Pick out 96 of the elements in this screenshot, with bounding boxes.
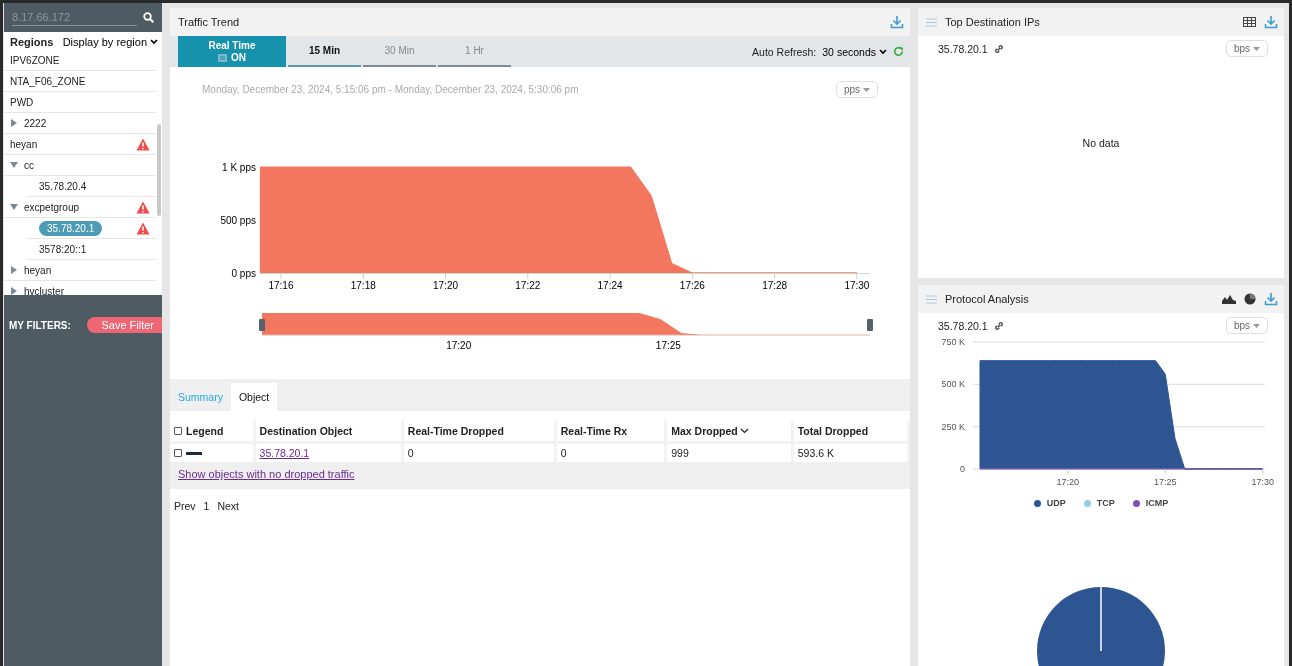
y-axis-label: 250 K <box>941 421 965 432</box>
empty-message: No data <box>1082 137 1120 149</box>
y-axis-label: 750 K <box>941 337 965 347</box>
download-icon[interactable] <box>890 15 904 29</box>
column-header[interactable]: Real-Time Dropped <box>407 425 504 437</box>
legend-label[interactable]: TCP <box>1096 498 1115 508</box>
area-chart-icon[interactable] <box>1222 294 1236 304</box>
detail-tab[interactable]: Object <box>230 383 278 411</box>
unit-dropdown[interactable]: bps <box>1225 40 1268 57</box>
caret-icon <box>1253 323 1260 328</box>
x-axis-label: 17:24 <box>597 280 623 291</box>
unit-dropdown[interactable]: bps <box>1225 317 1268 334</box>
tree-item[interactable]: 3578:20::1 <box>39 243 87 255</box>
next-link[interactable]: Next <box>217 500 240 512</box>
filters-label: MY FILTERS: <box>9 319 71 331</box>
x-axis-label: 17:16 <box>268 280 294 291</box>
navigator-time-label: 17:20 <box>446 340 472 351</box>
table-cell: 0 <box>560 447 567 459</box>
x-axis-label: 17:22 <box>515 280 541 291</box>
tree-item[interactable]: IPV6ZONE <box>10 54 60 66</box>
table-cell: 999 <box>671 447 689 459</box>
y-axis-label: 1 K pps <box>222 162 256 173</box>
link-icon[interactable] <box>993 320 1004 331</box>
realtime-toggle[interactable]: Real Time ON <box>178 36 286 67</box>
x-axis-label: 17:25 <box>1154 477 1177 487</box>
column-header: Legend <box>186 425 224 437</box>
column-header[interactable]: Total Dropped <box>797 425 869 437</box>
table-icon[interactable] <box>1243 17 1256 27</box>
auto-refresh-dropdown[interactable]: 30 seconds <box>822 45 887 58</box>
prev-link[interactable]: Prev <box>174 500 196 512</box>
link-icon[interactable] <box>993 43 1004 54</box>
tree-toggle-icon[interactable] <box>10 266 18 274</box>
page-link[interactable]: 1 <box>203 500 210 512</box>
warning-icon <box>136 222 150 235</box>
unit-dropdown[interactable]: pps <box>835 81 878 98</box>
pie-chart-icon[interactable] <box>1244 293 1256 305</box>
warning-icon <box>136 138 150 151</box>
x-axis-label: 17:28 <box>762 280 788 291</box>
tree-item[interactable]: hvcluster <box>24 285 64 295</box>
x-axis-label: 17:30 <box>844 280 870 291</box>
tree-item[interactable]: NTA_F06_ZONE <box>10 75 86 87</box>
target-ip: 35.78.20.1 <box>938 42 988 55</box>
search-field[interactable]: 8.17.66.172 <box>12 9 137 26</box>
legend-label[interactable]: UDP <box>1046 498 1066 508</box>
checkbox[interactable] <box>174 449 182 457</box>
chevron-icon <box>879 48 887 55</box>
show-objects-link[interactable]: Show objects with no dropped traffic <box>178 468 355 480</box>
column-header[interactable]: Destination Object <box>259 425 353 437</box>
column-header[interactable]: Max Dropped <box>671 425 749 437</box>
x-axis-label: 17:20 <box>433 280 459 291</box>
x-axis-label: 17:20 <box>1056 477 1079 487</box>
tree-item[interactable]: PWD <box>10 96 34 108</box>
warning-icon <box>136 201 150 214</box>
panel-title: Top Destination IPs <box>945 16 1040 28</box>
legend-label[interactable]: ICMP <box>1145 498 1169 508</box>
tree-toggle-icon[interactable] <box>10 161 18 169</box>
time-range-tab[interactable]: 15 Min <box>288 36 361 67</box>
date-range: Monday, December 23, 2024, 5:15:06 pm - Monday, December 23, 2024, 5:30:06 pm <box>202 84 579 95</box>
tree-toggle-icon[interactable] <box>10 203 18 211</box>
table-cell: 0 <box>407 447 414 459</box>
navigator-time-label: 17:25 <box>655 340 681 351</box>
y-axis-label: 500 pps <box>220 215 256 226</box>
chevron-icon <box>150 39 158 45</box>
table-cell: 593.6 K <box>797 447 834 459</box>
x-axis-label: 17:26 <box>679 280 705 291</box>
search-icon[interactable] <box>143 12 154 23</box>
display-dropdown[interactable]: Display by region <box>62 36 158 48</box>
range-navigator[interactable] <box>259 313 873 336</box>
tree-toggle-icon[interactable] <box>10 119 18 127</box>
tree-item[interactable]: 2222 <box>24 117 47 129</box>
realtime-icon <box>218 53 227 62</box>
column-header[interactable]: Real-Time Rx <box>560 425 628 437</box>
tree-item[interactable]: cc <box>24 159 34 171</box>
x-axis-label: 17:30 <box>1251 477 1274 487</box>
y-axis-label: 0 pps <box>231 268 256 279</box>
legend-swatch <box>186 451 202 455</box>
regions-label: Regions <box>10 36 54 48</box>
checkbox[interactable] <box>174 427 182 435</box>
download-icon[interactable] <box>1264 292 1278 306</box>
auto-refresh-label: Auto Refresh: <box>752 45 817 58</box>
tree-item[interactable]: excpetgroup <box>24 201 80 213</box>
panel-title: Traffic Trend <box>178 16 240 28</box>
x-axis-label: 17:18 <box>350 280 376 291</box>
download-icon[interactable] <box>1264 15 1278 29</box>
y-axis-label: 0 <box>960 464 965 474</box>
tree-toggle-icon[interactable] <box>10 287 18 295</box>
object-link[interactable]: 35.78.20.1 <box>259 447 310 459</box>
target-ip: 35.78.20.1 <box>938 319 988 332</box>
tree-item[interactable]: 35.78.20.4 <box>39 180 87 192</box>
y-axis-label: 500 K <box>941 379 965 390</box>
caret-icon <box>863 87 870 92</box>
refresh-icon[interactable] <box>893 46 904 57</box>
tree-item[interactable]: heyan <box>10 138 38 150</box>
tree-item[interactable]: heyan <box>24 264 52 276</box>
panel-title: Protocol Analysis <box>945 293 1029 305</box>
caret-icon <box>1253 46 1260 51</box>
